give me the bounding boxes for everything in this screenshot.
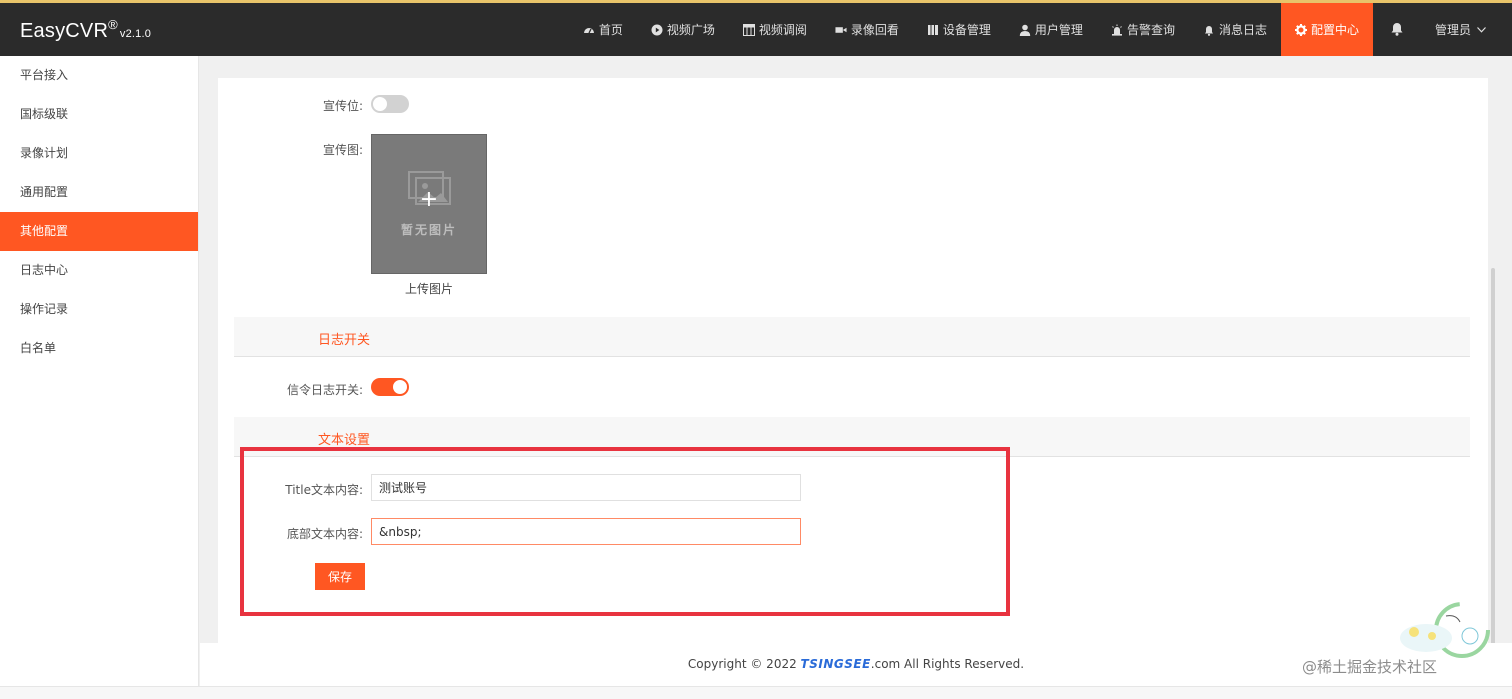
footer-text-label: 底部文本内容: (286, 527, 363, 541)
top-nav: 首页 视频广场 视频调阅 录像回看 设备管理 用户管理 告警查询 消息日志 配置… (569, 3, 1512, 56)
nav-item-video-view[interactable]: 视频调阅 (729, 3, 821, 56)
nav-item-label: 配置中心 (1310, 23, 1359, 37)
title-text-label: Title文本内容: (285, 483, 363, 497)
notification-button[interactable] (1373, 3, 1421, 56)
footer-brand: TSINGSEE (800, 657, 871, 671)
user-name: 管理员 (1434, 23, 1471, 37)
nav-item-label: 告警查询 (1126, 23, 1175, 37)
copyright-prefix: Copyright © 2022 (687, 657, 801, 671)
toggle-knob (373, 97, 387, 111)
sidebar-item-recording-plan[interactable]: 录像计划 (0, 134, 198, 173)
nav-item-message-log[interactable]: 消息日志 (1189, 3, 1281, 56)
sidebar-item-other-config[interactable]: 其他配置 (0, 212, 198, 251)
app-name: EasyCVR (20, 20, 109, 42)
app-logo[interactable]: EasyCVR®v2.1.0 (20, 17, 151, 43)
nav-item-label: 首页 (598, 23, 623, 37)
sidebar-item-whitelist[interactable]: 白名单 (0, 329, 198, 368)
sidebar-item-platform-access[interactable]: 平台接入 (0, 56, 198, 95)
nav-item-label: 视频调阅 (758, 23, 807, 37)
text-section-title: 文本设置 (318, 433, 371, 448)
save-button[interactable]: 保存 (315, 563, 365, 590)
sidebar-item-operation-records[interactable]: 操作记录 (0, 290, 198, 329)
grid-icon (742, 23, 755, 36)
gear-icon (1294, 23, 1307, 36)
watermark: @稀土掘金技术社区 (1302, 658, 1438, 676)
nav-item-label: 录像回看 (850, 23, 899, 37)
promo-toggle[interactable] (371, 95, 409, 113)
bell-icon (1389, 20, 1405, 39)
video-camera-icon (835, 24, 847, 36)
log-section-header: 日志开关 (234, 317, 1470, 357)
no-image-text: 暂无图片 (400, 223, 457, 237)
signal-log-toggle[interactable] (371, 378, 409, 396)
sidebar-item-log-center[interactable]: 日志中心 (0, 251, 198, 290)
settings-panel: 宣传位: 宣传图: + 暂无图片 上传图片 日志开关 信令日志开关: 文本设置 … (218, 78, 1488, 676)
sidebar-item-general-config[interactable]: 通用配置 (0, 173, 198, 212)
user-icon (1019, 24, 1031, 36)
alarm-icon (1111, 24, 1123, 36)
sidebar: 平台接入 国标级联 录像计划 通用配置 其他配置 日志中心 操作记录 白名单 (0, 56, 199, 699)
bottom-toolbar (0, 686, 1512, 699)
promo-label: 宣传位: (322, 99, 363, 113)
plus-icon: + (419, 187, 439, 212)
device-icon (927, 24, 939, 36)
nav-item-device-management[interactable]: 设备管理 (913, 3, 1005, 56)
nav-item-home[interactable]: 首页 (569, 3, 637, 56)
signal-log-label: 信令日志开关: (286, 383, 363, 397)
text-section-header: 文本设置 (234, 417, 1470, 457)
play-circle-icon (651, 24, 663, 36)
sidebar-item-gb-cascade[interactable]: 国标级联 (0, 95, 198, 134)
nav-item-playback[interactable]: 录像回看 (821, 3, 913, 56)
bell-icon (1203, 24, 1215, 36)
registered-mark: ® (108, 17, 118, 32)
promo-image-label: 宣传图: (322, 143, 363, 157)
footer-text-input[interactable] (371, 518, 801, 545)
copyright-suffix: .com All Rights Reserved. (870, 657, 1025, 671)
promo-image-upload[interactable]: + 暂无图片 (371, 134, 487, 274)
nav-item-label: 消息日志 (1218, 23, 1267, 37)
nav-item-user-management[interactable]: 用户管理 (1005, 3, 1097, 56)
scrollbar[interactable] (1491, 268, 1495, 648)
nav-item-config-center[interactable]: 配置中心 (1280, 3, 1373, 56)
content-area: 宣传位: 宣传图: + 暂无图片 上传图片 日志开关 信令日志开关: 文本设置 … (200, 56, 1512, 686)
nav-item-label: 用户管理 (1034, 23, 1083, 37)
nav-item-label: 视频广场 (666, 23, 715, 37)
upload-image-label[interactable]: 上传图片 (371, 280, 487, 297)
title-text-input[interactable] (371, 474, 801, 501)
nav-item-alarm-query[interactable]: 告警查询 (1097, 3, 1189, 56)
nav-item-video-square[interactable]: 视频广场 (637, 3, 729, 56)
mascot-badge (1386, 596, 1496, 660)
toggle-knob (393, 380, 407, 394)
app-version: v2.1.0 (119, 28, 152, 40)
dashboard-icon (583, 24, 595, 36)
log-section-title: 日志开关 (318, 333, 371, 348)
chevron-down-icon (1477, 26, 1486, 33)
top-bar: EasyCVR®v2.1.0 首页 视频广场 视频调阅 录像回看 设备管理 用户… (0, 0, 1512, 56)
user-menu[interactable]: 管理员 (1421, 3, 1512, 56)
nav-item-label: 设备管理 (942, 23, 991, 37)
